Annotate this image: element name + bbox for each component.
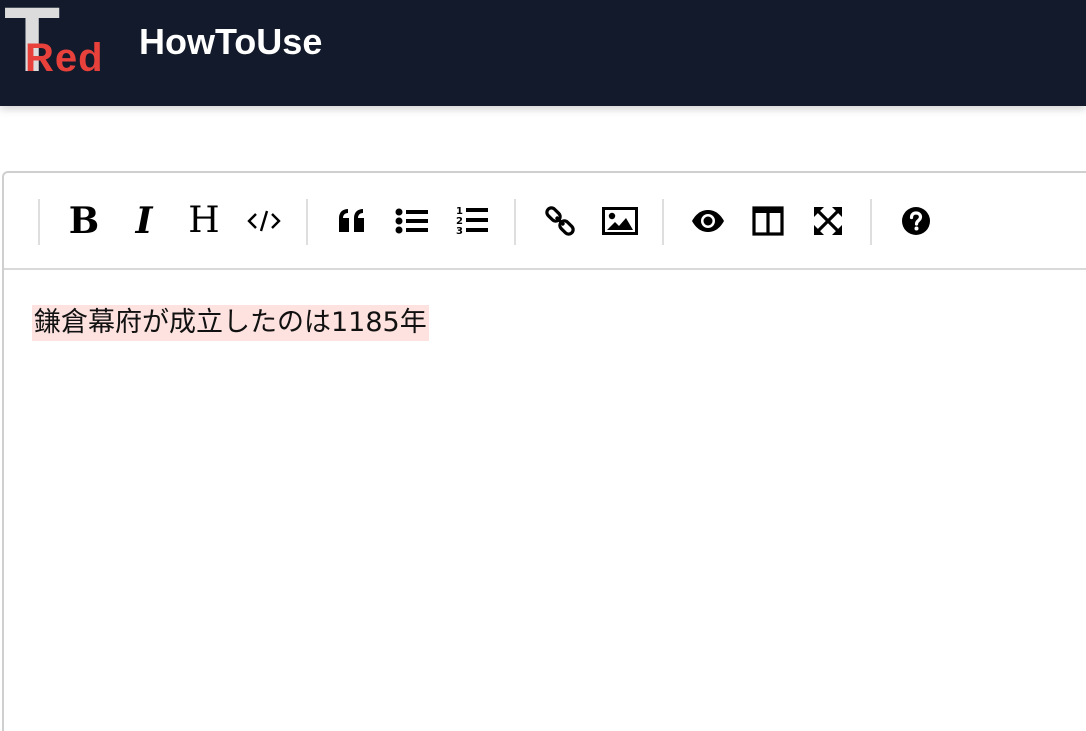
bold-button[interactable]: B: [61, 197, 107, 245]
toolbar-separator: [38, 199, 40, 245]
eye-icon: [692, 210, 724, 232]
code-icon: [247, 210, 281, 232]
editor-toolbar: B I H 1 2 3: [4, 173, 1086, 270]
ordered-list-icon: 1 2 3: [456, 206, 488, 237]
bold-icon: B: [68, 200, 100, 242]
quote-icon: [339, 209, 364, 232]
side-by-side-button[interactable]: [745, 197, 791, 245]
columns-icon: [752, 206, 784, 236]
image-button[interactable]: [597, 197, 643, 245]
svg-text:3: 3: [456, 226, 463, 237]
toolbar-separator: [870, 199, 872, 245]
top-navbar: T Red HowToUse: [0, 0, 1086, 106]
image-icon: [602, 207, 638, 235]
ordered-list-button[interactable]: 1 2 3: [449, 197, 495, 245]
guide-button[interactable]: [893, 197, 939, 245]
heading-button[interactable]: H: [181, 197, 227, 245]
unordered-list-icon: [395, 208, 428, 234]
app-title[interactable]: HowToUse: [139, 22, 322, 62]
toolbar-separator: [514, 199, 516, 245]
italic-icon: I: [135, 200, 153, 242]
unordered-list-button[interactable]: [389, 197, 435, 245]
question-circle-icon: [902, 207, 930, 235]
quote-button[interactable]: [329, 197, 375, 245]
editor-content-text[interactable]: 鎌倉幕府が成立したのは1185年: [32, 305, 429, 341]
italic-button[interactable]: I: [121, 197, 167, 245]
link-icon: [545, 206, 575, 236]
app-logo[interactable]: T Red: [0, 0, 125, 86]
toolbar-separator: [306, 199, 308, 245]
code-button[interactable]: [241, 197, 287, 245]
heading-icon: H: [188, 200, 220, 241]
markdown-editor: B I H 1 2 3 鎌倉幕府が成立したのは1185年: [2, 171, 1086, 731]
fullscreen-icon: [814, 207, 842, 235]
preview-button[interactable]: [685, 197, 731, 245]
logo-word-red: Red: [25, 36, 104, 80]
fullscreen-button[interactable]: [805, 197, 851, 245]
toolbar-separator: [662, 199, 664, 245]
link-button[interactable]: [537, 197, 583, 245]
